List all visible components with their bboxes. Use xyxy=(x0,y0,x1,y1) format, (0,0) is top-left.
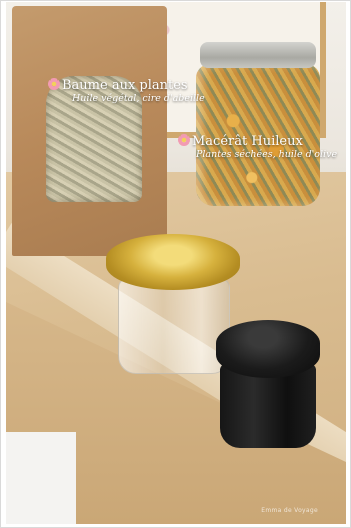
caption-macerat: Macérât Huileux Plantes séchées, huile d… xyxy=(178,134,337,161)
caption-macerat-title-text: Macérât Huileux xyxy=(192,134,303,149)
dried-flowers-jar xyxy=(196,42,320,206)
watermark: Emma de Voyage xyxy=(261,507,318,514)
glass-jar-body xyxy=(118,278,230,374)
white-surface xyxy=(6,432,76,524)
kraft-paper-bag xyxy=(12,6,167,256)
photo: Baume aux plantes Huile végétal, cire d'… xyxy=(6,2,346,524)
flower-icon xyxy=(178,134,190,146)
black-cosmetic-jar xyxy=(216,320,320,448)
story-frame: Baume aux plantes Huile végétal, cire d'… xyxy=(0,0,351,528)
black-jar-lid xyxy=(216,320,320,378)
caption-baume-subtitle: Huile végétal, cire d'abeille xyxy=(72,93,205,104)
caption-baume: Baume aux plantes Huile végétal, cire d'… xyxy=(48,78,205,105)
caption-baume-title-text: Baume aux plantes xyxy=(62,78,188,93)
gold-lid xyxy=(106,234,240,290)
herb-jar-lid xyxy=(200,42,316,68)
flower-icon xyxy=(48,78,60,90)
caption-macerat-subtitle: Plantes séchées, huile d'olive xyxy=(196,149,338,160)
caption-baume-title: Baume aux plantes xyxy=(48,78,205,93)
caption-macerat-title: Macérât Huileux xyxy=(178,134,337,149)
